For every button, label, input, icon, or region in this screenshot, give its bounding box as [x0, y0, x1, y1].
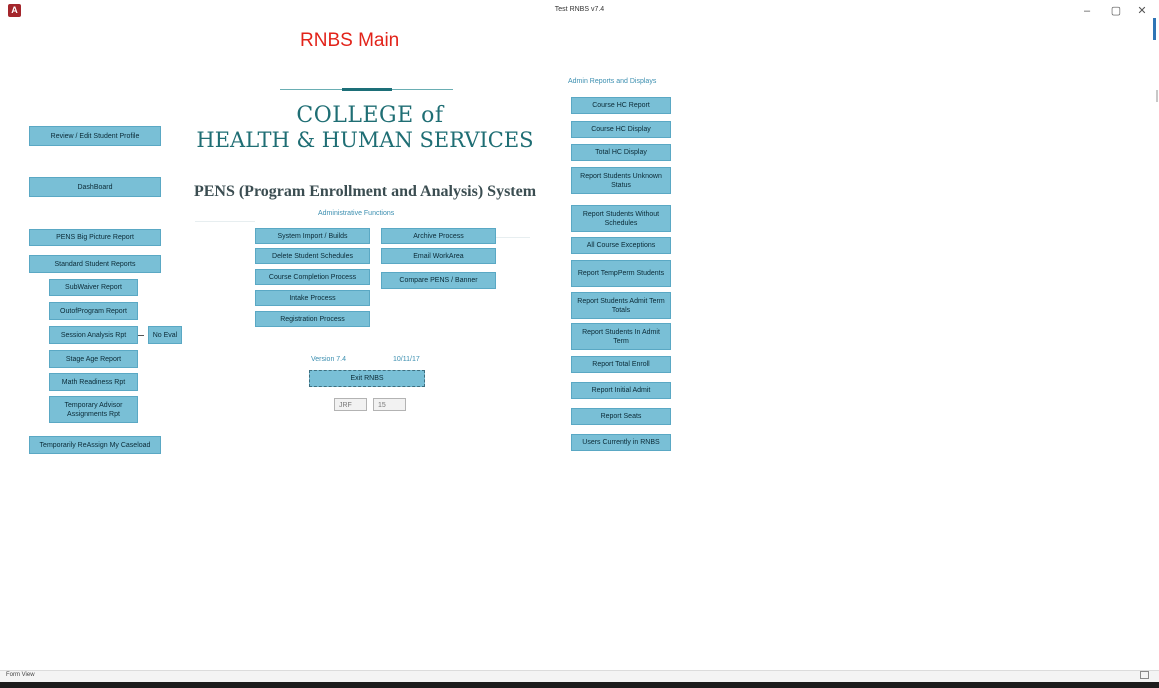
no-eval-button[interactable]: No Eval — [148, 326, 182, 344]
version-label: Version 7.4 — [311, 356, 347, 363]
exit-rnbs-button[interactable]: Exit RNBS — [309, 370, 425, 387]
reassign-caseload-button[interactable]: Temporarily ReAssign My Caseload — [29, 436, 161, 454]
system-import-button[interactable]: System Import / Builds — [255, 228, 370, 244]
close-button[interactable]: ✕ — [1129, 3, 1155, 19]
window-title: Test RNBS v7.4 — [554, 6, 605, 13]
session-number-field[interactable]: 15 — [373, 398, 406, 411]
registration-process-button[interactable]: Registration Process — [255, 311, 370, 327]
course-completion-button[interactable]: Course Completion Process — [255, 269, 370, 285]
admit-term-totals-button[interactable]: Report Students Admit Term Totals — [571, 292, 671, 319]
email-workarea-button[interactable]: Email WorkArea — [381, 248, 496, 264]
intake-process-button[interactable]: Intake Process — [255, 290, 370, 306]
big-picture-report-button[interactable]: PENS Big Picture Report — [29, 229, 161, 246]
connector-dash — [138, 335, 144, 336]
course-hc-report-button[interactable]: Course HC Report — [571, 97, 671, 114]
form-view-icon[interactable] — [1140, 671, 1149, 679]
logo-health-human-services-text: HEALTH & HUMAN SERVICES — [196, 128, 534, 152]
minimize-button[interactable]: – — [1074, 3, 1100, 19]
unknown-status-button[interactable]: Report Students Unknown Status — [571, 167, 671, 194]
report-seats-button[interactable]: Report Seats — [571, 408, 671, 425]
math-readiness-button[interactable]: Math Readiness Rpt — [49, 373, 138, 391]
outofprogram-report-button[interactable]: OutofProgram Report — [49, 302, 138, 320]
logo-college-text: COLLEGE of — [296, 103, 444, 128]
form-heading: RNBS Main — [300, 30, 400, 51]
maximize-button[interactable]: ▢ — [1103, 3, 1129, 19]
status-bar — [0, 670, 1159, 682]
logo-accent-bar — [342, 88, 392, 91]
total-enroll-button[interactable]: Report Total Enroll — [571, 356, 671, 373]
standard-student-reports-button[interactable]: Standard Student Reports — [29, 255, 161, 273]
scrollbar-thumb[interactable] — [1156, 90, 1158, 102]
users-currently-button[interactable]: Users Currently in RNBS — [571, 434, 671, 451]
decorative-line — [195, 221, 255, 222]
dashboard-button[interactable]: DashBoard — [29, 177, 161, 197]
scrollbar-accent[interactable] — [1153, 18, 1156, 40]
course-hc-display-button[interactable]: Course HC Display — [571, 121, 671, 138]
stage-age-report-button[interactable]: Stage Age Report — [49, 350, 138, 368]
session-analysis-button[interactable]: Session Analysis Rpt — [49, 326, 138, 344]
total-hc-display-button[interactable]: Total HC Display — [571, 144, 671, 161]
compare-pens-banner-button[interactable]: Compare PENS / Banner — [381, 272, 496, 289]
tempperm-students-button[interactable]: Report TempPerm Students — [571, 260, 671, 287]
temporary-advisor-button[interactable]: Temporary Advisor Assignments Rpt — [49, 396, 138, 423]
delete-schedules-button[interactable]: Delete Student Schedules — [255, 248, 370, 264]
initial-admit-button[interactable]: Report Initial Admit — [571, 382, 671, 399]
view-mode-label: Form View — [6, 672, 35, 678]
review-edit-profile-button[interactable]: Review / Edit Student Profile — [29, 126, 161, 146]
without-schedules-button[interactable]: Report Students Without Schedules — [571, 205, 671, 232]
subwaiver-report-button[interactable]: SubWaiver Report — [49, 279, 138, 296]
taskbar — [0, 682, 1159, 688]
all-course-exceptions-button[interactable]: All Course Exceptions — [571, 237, 671, 254]
in-admit-term-button[interactable]: Report Students In Admit Term — [571, 323, 671, 350]
user-initials-field[interactable]: JRF — [334, 398, 367, 411]
archive-process-button[interactable]: Archive Process — [381, 228, 496, 244]
version-date: 10/11/17 — [393, 356, 420, 363]
admin-functions-label: Administrative Functions — [318, 210, 395, 217]
admin-reports-label: Admin Reports and Displays — [568, 78, 657, 85]
system-title: PENS (Program Enrollment and Analysis) S… — [193, 183, 537, 200]
